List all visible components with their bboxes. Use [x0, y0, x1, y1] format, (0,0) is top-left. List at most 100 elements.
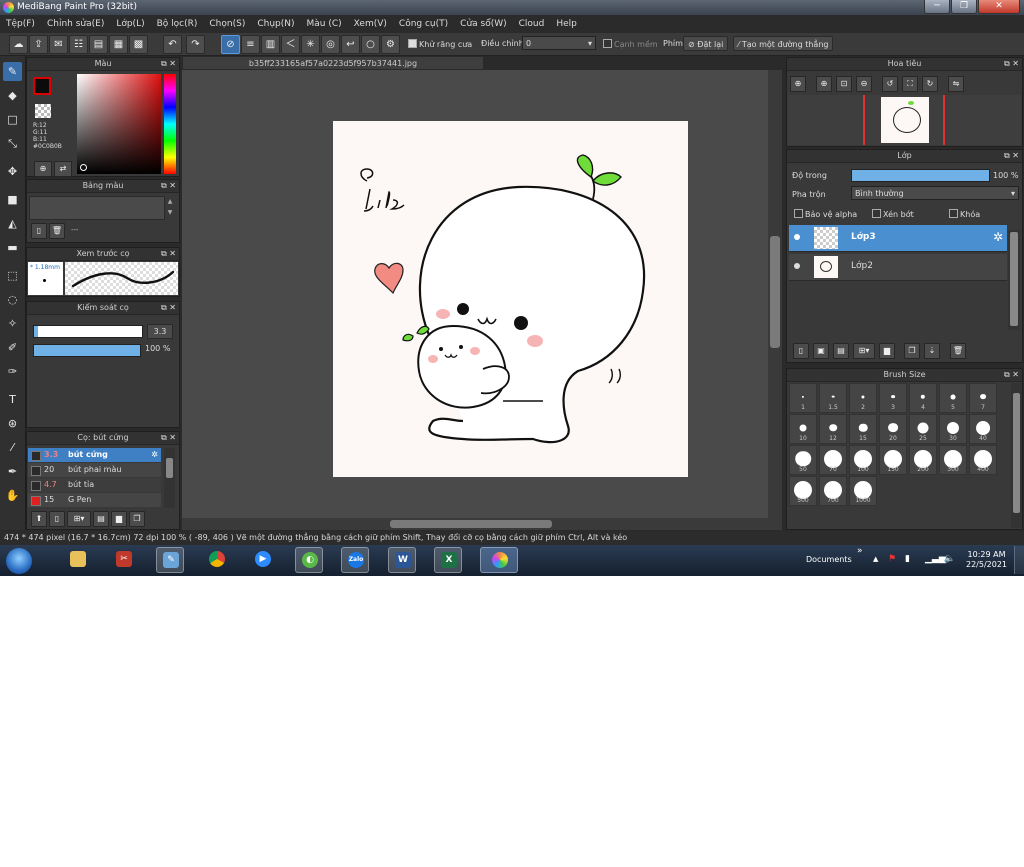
- taskbar-word[interactable]: W: [388, 547, 416, 573]
- taskbar-zalo[interactable]: Zalo: [341, 547, 369, 573]
- operation-tool-icon[interactable]: ⊛: [3, 414, 22, 433]
- scroll-thumb[interactable]: [770, 236, 780, 348]
- layer-item-layer2[interactable]: Lớp2: [789, 254, 1007, 281]
- delete-palette-icon[interactable]: 🗑: [49, 223, 65, 239]
- hue-slider[interactable]: [164, 74, 176, 174]
- scroll-thumb[interactable]: [390, 520, 552, 528]
- brush-list-scrollbar[interactable]: [164, 448, 175, 508]
- color-picker-handle[interactable]: [80, 164, 87, 171]
- curve-snap-icon[interactable]: ↩: [341, 35, 360, 54]
- layer-opacity-slider[interactable]: [851, 169, 990, 182]
- brush-size-cell[interactable]: 100: [849, 445, 877, 475]
- panel-float-close-icon[interactable]: ⧉ ✕: [161, 302, 176, 314]
- brush-opacity-slider[interactable]: [33, 344, 141, 357]
- transparent-color-swatch[interactable]: [35, 104, 51, 118]
- start-button-icon[interactable]: [6, 548, 32, 574]
- zoom-fit-icon[interactable]: ⊕: [790, 76, 806, 92]
- network-icon[interactable]: ▁▃▅: [925, 554, 946, 564]
- brush-size-cell[interactable]: 2: [849, 383, 877, 413]
- brush-size-slider[interactable]: [33, 325, 143, 338]
- flip-icon[interactable]: ⇋: [948, 76, 964, 92]
- bucket-tool-icon[interactable]: ◭: [3, 214, 22, 233]
- menu-window[interactable]: Cửa sổ(W): [460, 19, 506, 29]
- scroll-thumb[interactable]: [166, 458, 173, 478]
- menu-cloud[interactable]: Cloud: [519, 19, 545, 29]
- rotate-right-icon[interactable]: ↻: [922, 76, 938, 92]
- snap-off-icon[interactable]: ⊘: [221, 35, 240, 54]
- taskbar-snipping[interactable]: ✂: [110, 547, 138, 573]
- restore-button[interactable]: ❐: [951, 0, 977, 14]
- palette-add-icon[interactable]: ⊕: [34, 161, 52, 177]
- brush-size-cell[interactable]: 400: [969, 445, 997, 475]
- eyedropper-tool-icon[interactable]: ✒: [3, 462, 22, 481]
- canvas-vertical-scrollbar[interactable]: [768, 70, 782, 518]
- redo-icon[interactable]: ↷: [186, 35, 205, 54]
- grid-icon[interactable]: ▩: [129, 35, 148, 54]
- tray-arrow-icon[interactable]: ▲: [873, 555, 878, 563]
- navigator-view[interactable]: [788, 95, 1021, 145]
- menu-view[interactable]: Xem(V): [354, 19, 387, 29]
- brush-size-cell[interactable]: 20: [879, 414, 907, 444]
- soft-edge-checkbox[interactable]: Cạnh mềm: [603, 39, 658, 49]
- rectangle-tool-icon[interactable]: □: [3, 110, 22, 129]
- panel-float-close-icon[interactable]: ⧉ ✕: [1004, 58, 1019, 70]
- brush-size-cell[interactable]: 40: [969, 414, 997, 444]
- brush-size-cell[interactable]: 12: [819, 414, 847, 444]
- lasso-tool-icon[interactable]: ◌: [3, 290, 22, 309]
- brush-size-cell[interactable]: 15: [849, 414, 877, 444]
- document-tab[interactable]: b35ff233165af57a0223d5f957b37441.jpg: [182, 56, 484, 70]
- menu-help[interactable]: Help: [556, 19, 577, 29]
- undo-icon[interactable]: ↶: [163, 35, 182, 54]
- circle-snap-icon[interactable]: ◎: [321, 35, 340, 54]
- brush-copy-icon[interactable]: ▤: [93, 511, 109, 527]
- delete-layer-icon[interactable]: 🗑: [950, 343, 966, 359]
- select-tool-icon[interactable]: ⬚: [3, 266, 22, 285]
- brush-tool-icon[interactable]: ✎: [3, 62, 22, 81]
- brush-size-cell[interactable]: 30: [939, 414, 967, 444]
- hand-tool-icon[interactable]: ✋: [3, 486, 22, 505]
- volume-icon[interactable]: 🔈: [944, 554, 955, 564]
- radial-snap-icon[interactable]: ✳: [301, 35, 320, 54]
- brush-size-cell[interactable]: 1.5: [819, 383, 847, 413]
- scroll-thumb[interactable]: [1010, 232, 1018, 326]
- brush-item-g-pen[interactable]: 15 G Pen: [28, 493, 161, 507]
- brush-size-cell[interactable]: 50: [789, 445, 817, 475]
- taskbar-explorer[interactable]: [64, 547, 92, 573]
- upload-icon[interactable]: ⇪: [29, 35, 48, 54]
- taskbar-excel[interactable]: X: [434, 547, 462, 573]
- taskbar-zoom[interactable]: ▶: [249, 547, 277, 573]
- taskbar-medibang[interactable]: [480, 547, 518, 573]
- documents-toolbar[interactable]: Documents: [806, 555, 852, 564]
- clock[interactable]: 10:29 AM 22/5/2021: [966, 550, 1007, 570]
- panel-float-close-icon[interactable]: ⧉ ✕: [161, 248, 176, 260]
- menu-edit[interactable]: Chỉnh sửa(E): [47, 19, 104, 29]
- saturation-value-field[interactable]: [77, 74, 161, 174]
- brush-size-cell[interactable]: 1000: [849, 476, 877, 506]
- panel-float-close-icon[interactable]: ⧉ ✕: [161, 58, 176, 70]
- menu-file[interactable]: Tệp(F): [6, 19, 35, 29]
- magic-wand-icon[interactable]: ✧: [3, 314, 22, 333]
- actual-size-icon[interactable]: ⊡: [836, 76, 852, 92]
- taskbar-coccoc[interactable]: ◐: [295, 547, 323, 573]
- cloud-icon[interactable]: ☁: [9, 35, 28, 54]
- divide-tool-icon[interactable]: ⁄: [3, 438, 22, 457]
- brush-size-cell[interactable]: 4: [909, 383, 937, 413]
- move-tool-icon[interactable]: ✥: [3, 162, 22, 181]
- gradient-tool-icon[interactable]: ▬: [3, 238, 22, 257]
- gear-icon[interactable]: ✲: [151, 448, 158, 462]
- brush-size-cell[interactable]: 7: [969, 383, 997, 413]
- brush-size-cell[interactable]: 10: [789, 414, 817, 444]
- brush-size-cell[interactable]: 3: [879, 383, 907, 413]
- blend-mode-select[interactable]: Bình thường ▾: [851, 186, 1019, 200]
- new-8bit-layer-icon[interactable]: ▤: [833, 343, 849, 359]
- ellipse-snap-icon[interactable]: ○: [361, 35, 380, 54]
- straight-line-button[interactable]: ⁄ Tạo một đường thẳng: [733, 36, 834, 51]
- brush-size-cell[interactable]: 300: [939, 445, 967, 475]
- select-eraser-icon[interactable]: ✑: [3, 362, 22, 381]
- lock-checkbox[interactable]: Khóa: [949, 209, 980, 219]
- text-tool-icon[interactable]: T: [3, 390, 22, 409]
- new-halftone-layer-icon[interactable]: ▣: [813, 343, 829, 359]
- new-layer-icon[interactable]: ▯: [793, 343, 809, 359]
- brush-download-icon[interactable]: ⬆: [31, 511, 47, 527]
- brush-item-detail-pen[interactable]: 4.7 bút tỉa: [28, 478, 161, 492]
